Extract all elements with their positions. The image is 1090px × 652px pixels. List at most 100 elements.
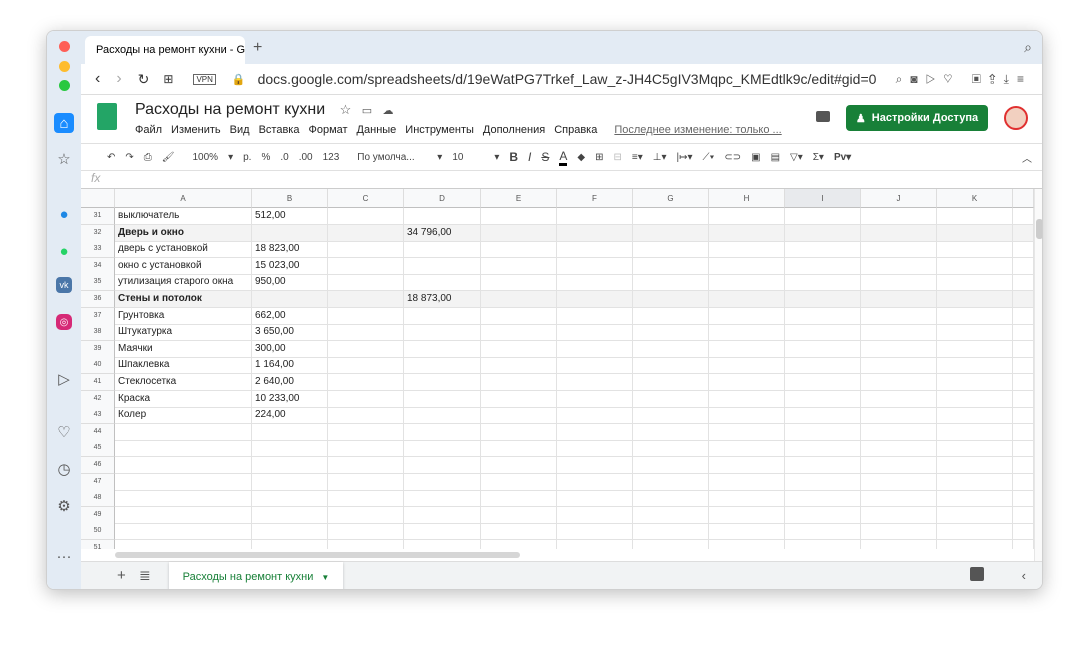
cell[interactable]: [861, 224, 937, 242]
cell[interactable]: [115, 523, 252, 541]
cell[interactable]: [481, 473, 557, 491]
cell[interactable]: [404, 423, 481, 441]
cell[interactable]: [709, 540, 785, 549]
cell[interactable]: [861, 540, 937, 549]
cell[interactable]: [633, 274, 709, 292]
cell[interactable]: [404, 257, 481, 275]
cell[interactable]: [481, 423, 557, 441]
comments-icon[interactable]: [816, 111, 830, 122]
messenger-icon[interactable]: ●: [54, 204, 74, 224]
row-header[interactable]: 51: [81, 540, 115, 549]
cell[interactable]: Колер: [115, 407, 252, 425]
cell[interactable]: [861, 324, 937, 342]
column-header[interactable]: E: [481, 189, 557, 208]
cell[interactable]: [404, 490, 481, 508]
cell[interactable]: [557, 224, 633, 242]
cell[interactable]: 950,00: [252, 274, 328, 292]
whatsapp-icon[interactable]: ●: [54, 241, 74, 261]
cell[interactable]: [937, 257, 1013, 275]
cell[interactable]: [404, 307, 481, 325]
cell[interactable]: [937, 423, 1013, 441]
cell[interactable]: [115, 440, 252, 458]
cell[interactable]: Маячки: [115, 340, 252, 358]
cell[interactable]: [633, 257, 709, 275]
cell[interactable]: [404, 407, 481, 425]
column-header[interactable]: G: [633, 189, 709, 208]
italic-icon[interactable]: I: [528, 150, 531, 164]
cell[interactable]: [861, 257, 937, 275]
cell[interactable]: [404, 340, 481, 358]
cell[interactable]: 2 640,00: [252, 374, 328, 391]
column-header[interactable]: B: [252, 189, 328, 208]
cell[interactable]: [633, 407, 709, 425]
cell[interactable]: [785, 291, 861, 308]
paint-format-icon[interactable]: 🖌: [162, 152, 175, 163]
cell[interactable]: [481, 291, 557, 308]
cell[interactable]: [937, 208, 1013, 225]
cell[interactable]: [481, 241, 557, 259]
cell[interactable]: [481, 540, 557, 549]
menu-item[interactable]: Инструменты: [405, 124, 474, 136]
cell[interactable]: Стены и потолок: [115, 291, 252, 308]
cell[interactable]: [633, 506, 709, 524]
cell[interactable]: [709, 241, 785, 259]
back-icon[interactable]: ‹: [95, 70, 100, 88]
row-header[interactable]: 44: [81, 423, 115, 441]
zoom-select[interactable]: 100%: [192, 152, 218, 163]
cell[interactable]: [328, 407, 404, 425]
cell[interactable]: [1013, 208, 1034, 225]
cell[interactable]: [633, 473, 709, 491]
cell[interactable]: Краска: [115, 390, 252, 408]
side-panel-toggle-icon[interactable]: ‹: [1022, 568, 1026, 583]
row-header[interactable]: 45: [81, 440, 115, 458]
cell[interactable]: [404, 324, 481, 342]
cell[interactable]: [481, 340, 557, 358]
cell[interactable]: [557, 357, 633, 375]
cell[interactable]: [1013, 224, 1034, 242]
cell[interactable]: [328, 423, 404, 441]
cell[interactable]: [481, 224, 557, 242]
cell[interactable]: [861, 307, 937, 325]
cell[interactable]: [785, 457, 861, 474]
row-header[interactable]: 47: [81, 473, 115, 491]
cell[interactable]: [252, 540, 328, 549]
cell[interactable]: [404, 506, 481, 524]
vk-icon[interactable]: vk: [56, 277, 72, 293]
cell[interactable]: 15 023,00: [252, 257, 328, 275]
cell[interactable]: [328, 390, 404, 408]
url-field[interactable]: docs.google.com/spreadsheets/d/19eWatPG7…: [258, 71, 877, 87]
cell[interactable]: [709, 340, 785, 358]
valign-icon[interactable]: ⊥▾: [653, 152, 667, 163]
cell[interactable]: [861, 340, 937, 358]
settings-icon[interactable]: ⚙: [54, 496, 74, 516]
cell[interactable]: [1013, 523, 1034, 541]
cell[interactable]: [861, 291, 937, 308]
row-header[interactable]: 43: [81, 407, 115, 425]
cell[interactable]: [633, 340, 709, 358]
cell[interactable]: [557, 208, 633, 225]
cell[interactable]: [633, 241, 709, 259]
cell[interactable]: [709, 423, 785, 441]
cell[interactable]: [937, 307, 1013, 325]
cell[interactable]: [709, 257, 785, 275]
cell[interactable]: [937, 490, 1013, 508]
cell[interactable]: Штукатурка: [115, 324, 252, 342]
star-icon[interactable]: ☆: [340, 102, 352, 117]
cell[interactable]: [404, 473, 481, 491]
row-header[interactable]: 48: [81, 490, 115, 508]
more-icon[interactable]: ···: [54, 546, 74, 566]
cell[interactable]: [937, 523, 1013, 541]
doc-title[interactable]: Расходы на ремонт кухни: [135, 101, 325, 118]
cell[interactable]: [861, 208, 937, 225]
filter-icon[interactable]: ▽▾: [790, 152, 803, 163]
cell[interactable]: [328, 473, 404, 491]
cell[interactable]: [1013, 307, 1034, 325]
cell[interactable]: [785, 407, 861, 425]
cell[interactable]: [861, 374, 937, 391]
cell[interactable]: [1013, 407, 1034, 425]
cell[interactable]: [709, 407, 785, 425]
cell[interactable]: [481, 523, 557, 541]
cell[interactable]: [633, 540, 709, 549]
cell[interactable]: [328, 241, 404, 259]
menu-item[interactable]: Изменить: [171, 124, 221, 136]
